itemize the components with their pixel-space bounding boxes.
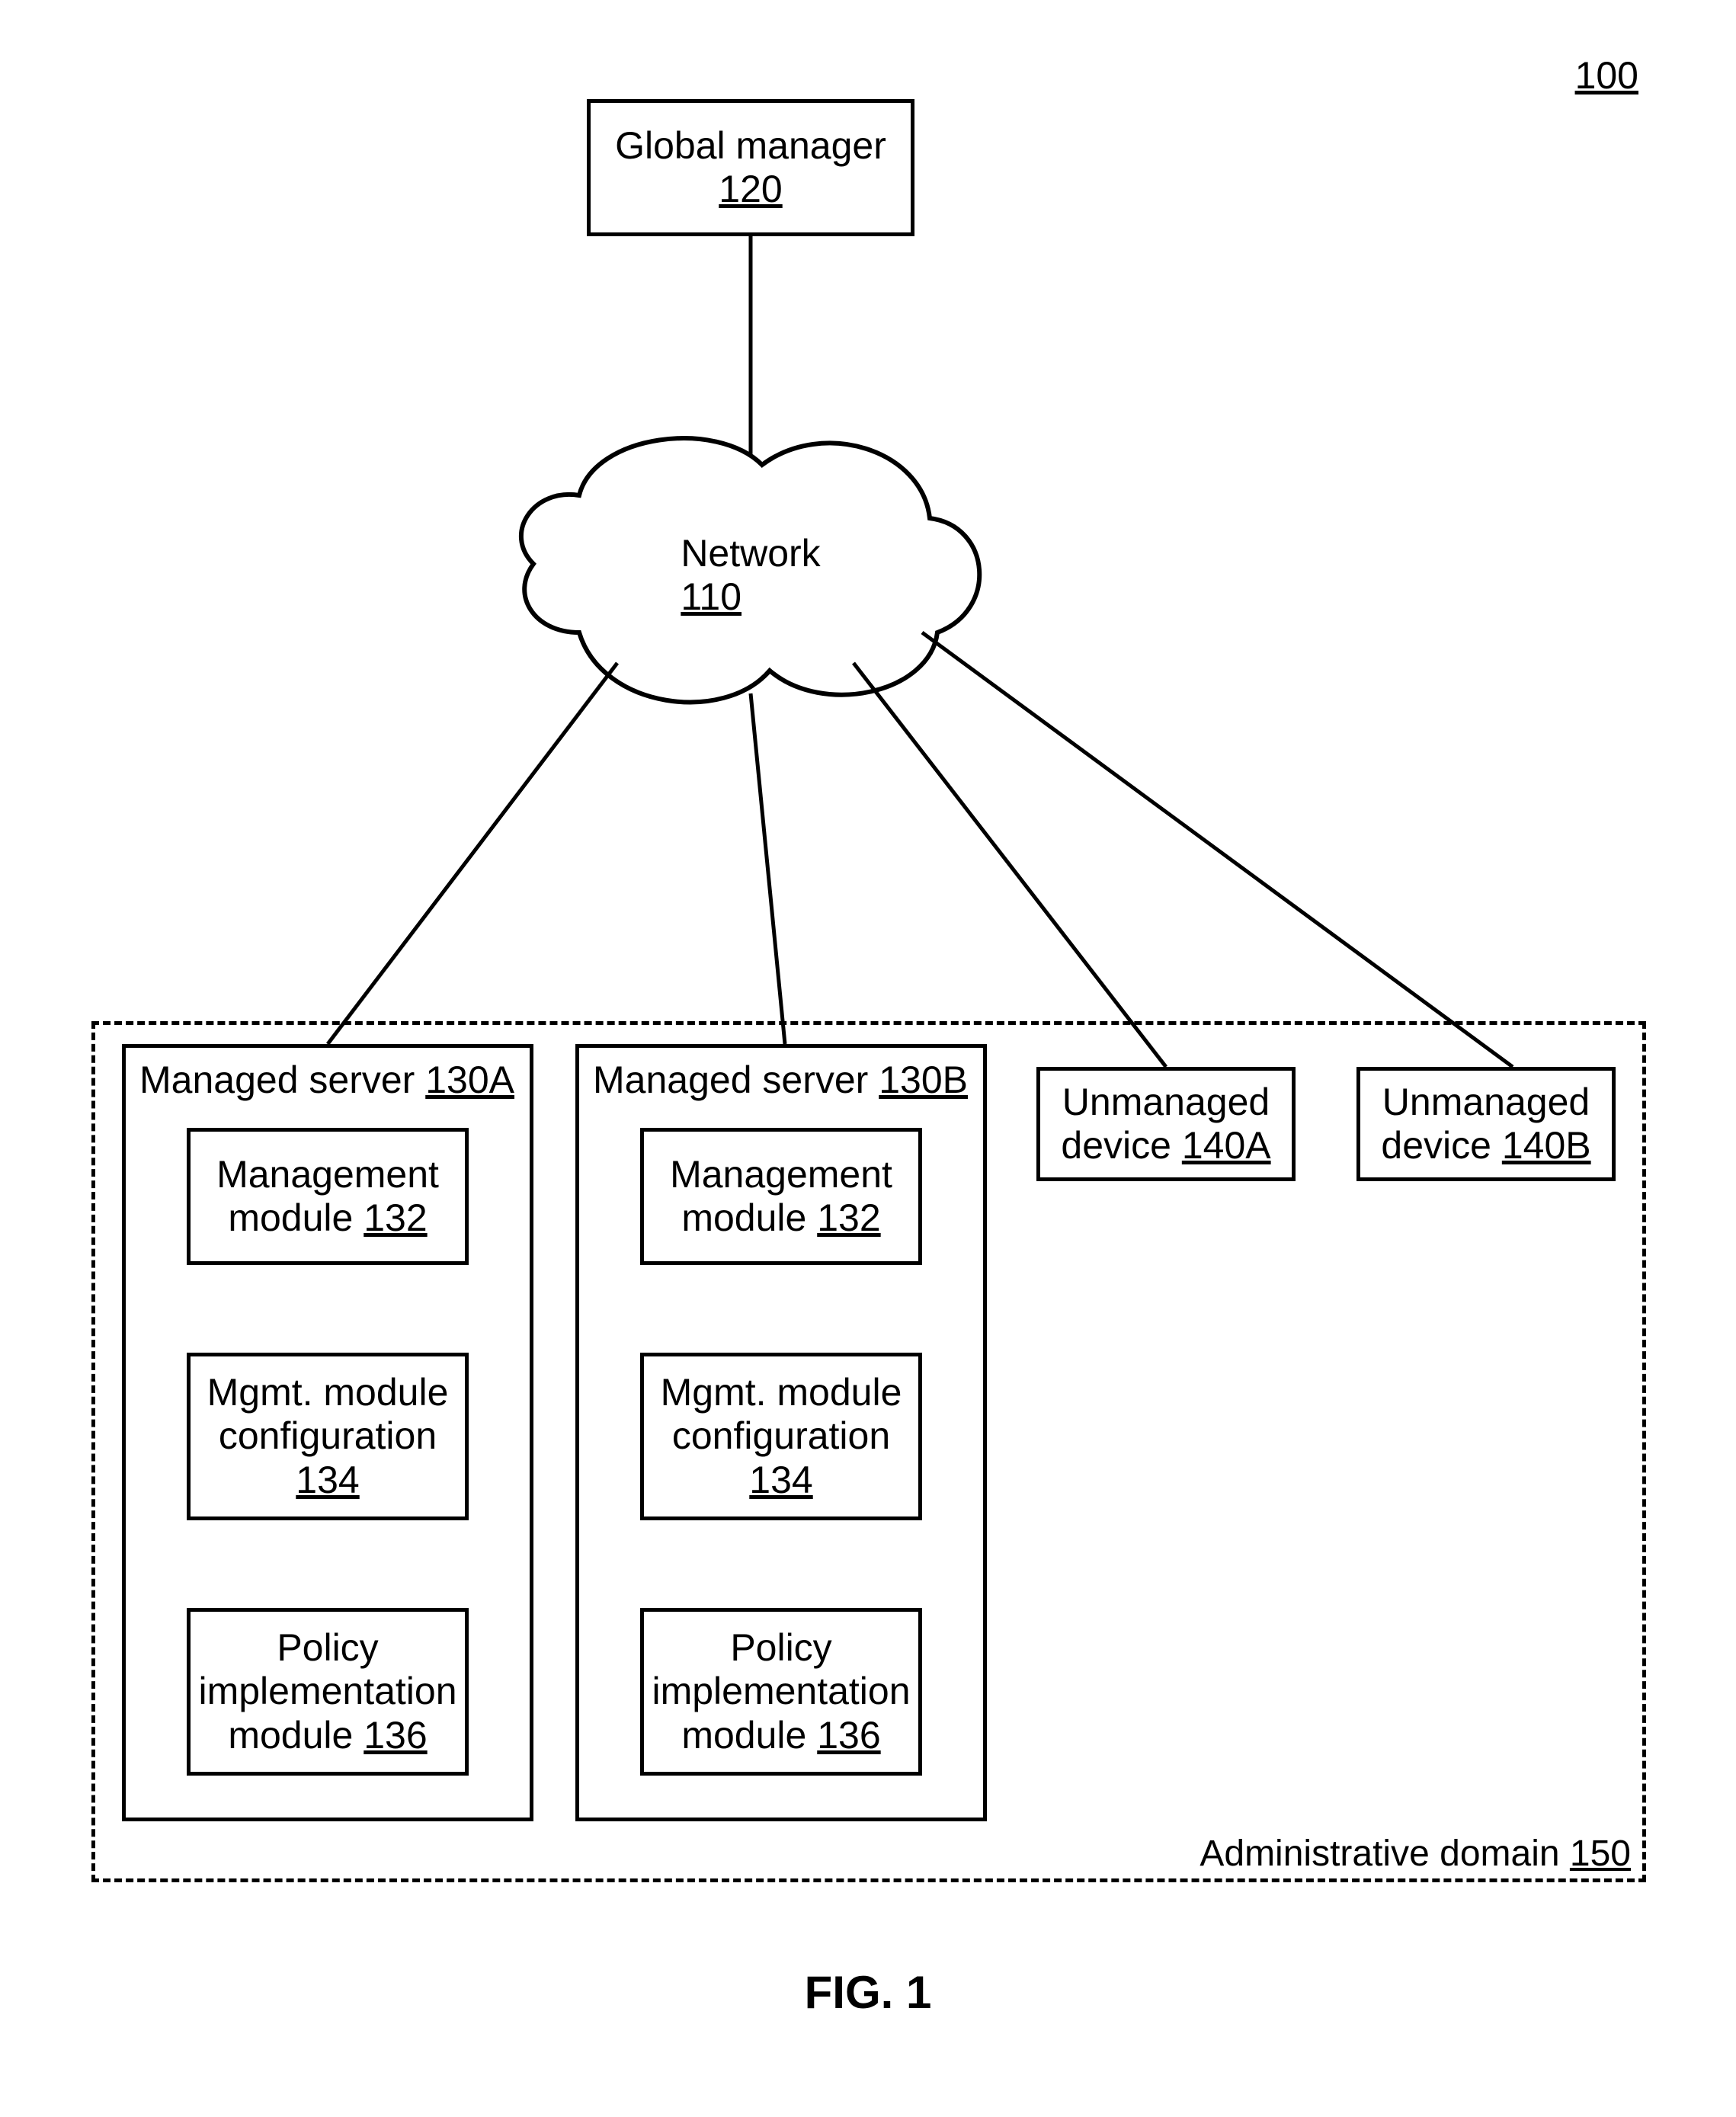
network-label-group: Network 110: [625, 518, 876, 633]
global-manager-label: Global manager: [615, 124, 886, 167]
managed-server-a-ref: 130A: [425, 1058, 514, 1101]
server-b-mgmt-ref: 132: [817, 1196, 880, 1239]
administrative-domain-label: Administrative domain: [1200, 1834, 1559, 1874]
unmanaged-b-l2p: device: [1381, 1124, 1491, 1167]
server-a-policy-module: Policy implementation module 136: [187, 1608, 469, 1776]
server-a-policy-l3p: module: [228, 1714, 353, 1757]
server-b-policy-ref: 136: [817, 1714, 880, 1757]
administrative-domain-label-group: Administrative domain 150: [1128, 1833, 1631, 1875]
server-b-config-l2: configuration: [672, 1414, 890, 1457]
unmanaged-device-b: Unmanaged device 140B: [1356, 1067, 1616, 1181]
server-b-config-module: Mgmt. module configuration 134: [640, 1353, 922, 1520]
server-a-policy-l2: implementation: [198, 1670, 456, 1712]
global-manager-ref: 120: [719, 168, 782, 210]
server-b-policy-l1: Policy: [730, 1626, 831, 1669]
server-b-management-module: Management module 132: [640, 1128, 922, 1265]
server-b-mgmt-l2p: module: [681, 1196, 806, 1239]
unmanaged-b-ref: 140B: [1502, 1124, 1591, 1167]
administrative-domain-ref: 150: [1570, 1834, 1631, 1874]
unmanaged-b-l1: Unmanaged: [1382, 1081, 1590, 1123]
managed-server-b: Managed server 130B Management module 13…: [575, 1044, 987, 1821]
managed-server-b-ref: 130B: [879, 1058, 968, 1101]
figure-reference-number: 100: [1517, 53, 1638, 98]
unmanaged-a-l1: Unmanaged: [1062, 1081, 1270, 1123]
server-b-policy-l3p: module: [681, 1714, 806, 1757]
server-a-mgmt-l2p: module: [228, 1196, 353, 1239]
server-b-policy-l2: implementation: [652, 1670, 910, 1712]
managed-server-b-title: Managed server: [593, 1058, 868, 1101]
server-b-config-l1: Mgmt. module: [661, 1371, 902, 1414]
unmanaged-a-l2p: device: [1061, 1124, 1171, 1167]
global-manager-box: Global manager 120: [587, 99, 914, 236]
server-b-config-ref: 134: [749, 1459, 812, 1501]
unmanaged-a-ref: 140A: [1182, 1124, 1271, 1167]
server-a-config-ref: 134: [296, 1459, 359, 1501]
server-a-policy-ref: 136: [364, 1714, 427, 1757]
network-ref: 110: [681, 575, 741, 618]
figure-title: FIG. 1: [0, 1966, 1736, 2019]
server-a-mgmt-ref: 132: [364, 1196, 427, 1239]
server-a-mgmt-l1: Management: [216, 1153, 439, 1196]
server-b-mgmt-l1: Management: [670, 1153, 892, 1196]
managed-server-a-title: Managed server: [139, 1058, 415, 1101]
server-a-config-l1: Mgmt. module: [207, 1371, 449, 1414]
server-a-policy-l1: Policy: [277, 1626, 378, 1669]
unmanaged-device-a: Unmanaged device 140A: [1036, 1067, 1296, 1181]
server-a-management-module: Management module 132: [187, 1128, 469, 1265]
network-label: Network: [681, 532, 820, 575]
server-b-policy-module: Policy implementation module 136: [640, 1608, 922, 1776]
server-a-config-module: Mgmt. module configuration 134: [187, 1353, 469, 1520]
server-a-config-l2: configuration: [219, 1414, 437, 1457]
managed-server-a: Managed server 130A Management module 13…: [122, 1044, 533, 1821]
